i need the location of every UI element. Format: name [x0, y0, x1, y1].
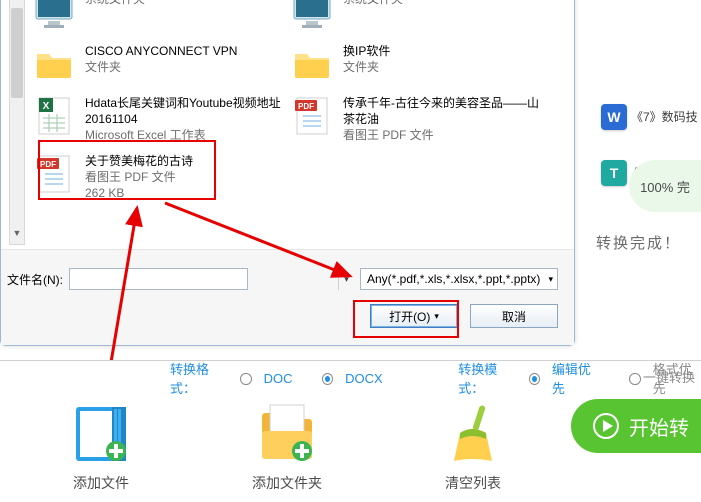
- file-item-texts: Hdata长尾关键词和Youtube视频地址20161104Microsoft …: [85, 95, 283, 143]
- file-item[interactable]: PDF 关于赞美梅花的古诗看图王 PDF 文件262 KB: [29, 149, 287, 207]
- file-type: 看图王 PDF 文件: [85, 169, 193, 185]
- folder-icon: [33, 43, 75, 85]
- file-type: 系统文件夹: [85, 0, 145, 7]
- start-convert-button[interactable]: 开始转: [571, 399, 701, 453]
- svg-text:X: X: [43, 101, 50, 112]
- file-type: 文件夹: [343, 59, 390, 75]
- radio-edit[interactable]: [529, 373, 540, 385]
- file-item[interactable]: 系统文件夹: [29, 0, 287, 39]
- add-folder-button[interactable]: 添加文件夹: [244, 401, 330, 493]
- scroll-thumb[interactable]: [11, 8, 23, 98]
- file-list-scrollbar[interactable]: ▲ ▼: [9, 0, 25, 245]
- file-type: 文件夹: [85, 59, 237, 75]
- add-file-label: 添加文件: [58, 473, 144, 493]
- add-file-icon: [68, 401, 134, 467]
- file-item-texts: CISCO ANYCONNECT VPN文件夹: [85, 43, 237, 75]
- options-row: 转换格式： DOC DOCX 转换模式： 编辑优先 格式优先: [0, 361, 701, 395]
- scroll-up-icon[interactable]: ▲: [10, 0, 24, 4]
- radio-doc-label[interactable]: DOC: [264, 371, 293, 386]
- word-badge-icon: W: [601, 104, 627, 130]
- filename-label: 文件名(N):: [7, 271, 63, 288]
- mode-label: 转换模式：: [458, 359, 518, 397]
- dialog-footer: 文件名(N): ▾ Any(*.pdf,*.xls,*.xlsx,*.ppt,*…: [1, 249, 574, 345]
- progress-text: 100% 完: [640, 177, 690, 196]
- start-label: 开始转: [629, 412, 689, 441]
- radio-docx-label[interactable]: DOCX: [345, 371, 383, 386]
- pdf-icon: PDF: [291, 95, 333, 137]
- svg-text:PDF: PDF: [298, 102, 314, 111]
- file-name: 传承千年-古往今来的美容圣品——山茶花油: [343, 95, 541, 127]
- broom-icon: [440, 401, 506, 467]
- add-folder-label: 添加文件夹: [244, 473, 330, 493]
- chevron-down-icon: ▾: [434, 311, 439, 322]
- add-folder-icon: [254, 401, 320, 467]
- file-list: 系统文件夹系统文件夹CISCO ANYCONNECT VPN文件夹换IP软件文件…: [29, 0, 558, 245]
- conversion-done-label: 转换完成！: [596, 232, 681, 253]
- file-item[interactable]: 系统文件夹: [287, 0, 545, 39]
- radio-edit-label[interactable]: 编辑优先: [552, 359, 600, 397]
- file-type: 看图王 PDF 文件: [343, 127, 541, 143]
- pdf-icon: PDF: [33, 153, 75, 195]
- file-type: 系统文件夹: [343, 0, 403, 7]
- clear-list-button[interactable]: 清空列表: [430, 401, 516, 493]
- file-item-texts: 系统文件夹: [343, 0, 403, 7]
- filename-input[interactable]: [69, 268, 248, 290]
- file-size: 262 KB: [85, 185, 193, 201]
- file-name: CISCO ANYCONNECT VPN: [85, 43, 237, 59]
- file-name: 关于赞美梅花的古诗: [85, 153, 193, 169]
- format-label: 转换格式：: [170, 359, 230, 397]
- file-name: 换IP软件: [343, 43, 390, 59]
- file-open-dialog: ▲ ▼ 系统文件夹系统文件夹CISCO ANYCONNECT VPN文件夹换IP…: [0, 0, 575, 346]
- file-item[interactable]: PDF 传承千年-古往今来的美容圣品——山茶花油看图王 PDF 文件: [287, 91, 545, 149]
- file-item-texts: 关于赞美梅花的古诗看图王 PDF 文件262 KB: [85, 153, 193, 201]
- radio-docx[interactable]: [322, 373, 333, 385]
- text-badge-icon: T: [601, 160, 627, 186]
- radio-layout[interactable]: [629, 373, 640, 385]
- filename-dropdown-icon[interactable]: ▾: [338, 268, 354, 290]
- file-item-texts: 传承千年-古往今来的美容圣品——山茶花油看图王 PDF 文件: [343, 95, 541, 143]
- monitor-icon: [291, 0, 333, 33]
- monitor-icon: [33, 0, 75, 33]
- file-item[interactable]: X Hdata长尾关键词和Youtube视频地址20161104Microsoft…: [29, 91, 287, 149]
- file-item[interactable]: CISCO ANYCONNECT VPN文件夹: [29, 39, 287, 91]
- xlsx-icon: X: [33, 95, 75, 137]
- file-type: Microsoft Excel 工作表: [85, 127, 283, 143]
- file-item-texts: 系统文件夹: [85, 0, 145, 7]
- filetype-text: Any(*.pdf,*.xls,*.xlsx,*.ppt,*.pptx): [367, 272, 540, 286]
- radio-doc[interactable]: [240, 373, 251, 385]
- oneclick-label: 一键转换: [643, 367, 695, 386]
- filetype-combo[interactable]: Any(*.pdf,*.xls,*.xlsx,*.ppt,*.pptx) ▾: [360, 268, 558, 290]
- svg-text:PDF: PDF: [40, 160, 56, 169]
- file-item-texts: 换IP软件文件夹: [343, 43, 390, 75]
- add-file-button[interactable]: 添加文件: [58, 401, 144, 493]
- open-button[interactable]: 打开(O) ▾: [370, 304, 458, 328]
- file-item[interactable]: 换IP软件文件夹: [287, 39, 545, 91]
- clear-list-label: 清空列表: [430, 473, 516, 493]
- scroll-down-icon[interactable]: ▼: [10, 228, 24, 244]
- play-icon: [593, 413, 619, 439]
- chevron-down-icon: ▾: [548, 274, 553, 285]
- file-name: Hdata长尾关键词和Youtube视频地址20161104: [85, 95, 283, 127]
- app-toolbar: 转换格式： DOC DOCX 转换模式： 编辑优先 格式优先 一键转换 添加文件…: [0, 360, 701, 502]
- progress-bubble: 100% 完: [629, 160, 701, 212]
- word-badge-label: 《7》数码技: [631, 108, 701, 125]
- cancel-button[interactable]: 取消: [470, 304, 558, 328]
- folder-icon: [291, 43, 333, 85]
